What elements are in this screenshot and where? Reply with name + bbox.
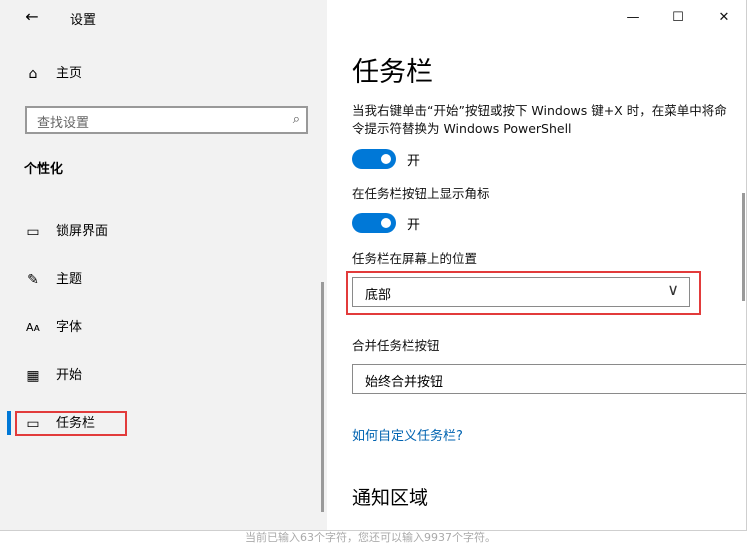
home-icon: ⌂ — [28, 66, 38, 82]
sidebar-item-label: 字体 — [56, 320, 83, 335]
toggle-knob — [381, 154, 391, 164]
minimize-icon[interactable]: — — [623, 8, 643, 28]
page-title: 任务栏 — [352, 57, 433, 88]
badges-toggle-state: 开 — [407, 218, 421, 233]
titlebar-left: ← 设置 — [0, 0, 327, 34]
search-input[interactable]: 查找设置 ⌕ — [25, 106, 308, 134]
sidebar: ← 设置 ⌂ 主页 查找设置 ⌕ 个性化 ▭ 锁屏界面 ✎ 主题 Aᴀ 字体 ▦… — [0, 0, 327, 530]
badges-setting-label: 在任务栏按钮上显示角标 — [352, 186, 490, 201]
powershell-setting-label: 当我右键单击“开始”按钮或按下 Windows 键+X 时，在菜单中将命令提示符… — [352, 103, 727, 136]
window-title: 设置 — [70, 13, 97, 28]
combine-buttons-dropdown[interactable]: 始终合并按钮 — [352, 364, 746, 394]
sidebar-item-label: 主题 — [56, 272, 83, 287]
maximize-icon[interactable]: ☐ — [668, 8, 688, 28]
content-scrollbar[interactable] — [742, 193, 745, 301]
sidebar-item-lockscreen[interactable]: ▭ 锁屏界面 — [0, 214, 327, 250]
dropdown-value: 始终合并按钮 — [365, 375, 444, 390]
position-highlight-box — [346, 271, 701, 315]
sidebar-item-label: 开始 — [56, 368, 83, 383]
character-count-text: 当前已输入63个字符，您还可以输入9937个字符。 — [245, 531, 496, 544]
search-placeholder: 查找设置 — [37, 116, 90, 131]
section-heading: 个性化 — [24, 162, 64, 177]
sidebar-item-label: 锁屏界面 — [56, 224, 109, 239]
sidebar-item-themes[interactable]: ✎ 主题 — [0, 262, 327, 298]
badges-toggle[interactable] — [352, 213, 396, 233]
sidebar-item-start[interactable]: ▦ 开始 — [0, 358, 327, 394]
powershell-toggle-state: 开 — [407, 154, 421, 169]
toggle-knob — [381, 218, 391, 228]
font-icon: Aᴀ — [25, 321, 41, 334]
notification-area-heading: 通知区域 — [352, 487, 429, 509]
position-setting-label: 任务栏在屏幕上的位置 — [352, 251, 478, 266]
start-grid-icon: ▦ — [26, 368, 40, 384]
sidebar-item-home[interactable]: ⌂ 主页 — [0, 56, 327, 92]
theme-brush-icon: ✎ — [27, 272, 39, 288]
sidebar-item-fonts[interactable]: Aᴀ 字体 — [0, 310, 327, 346]
close-icon[interactable]: ✕ — [714, 8, 734, 28]
taskbar-highlight-box — [15, 411, 127, 436]
search-icon: ⌕ — [292, 112, 300, 127]
back-arrow-icon[interactable]: ← — [22, 7, 42, 27]
lockscreen-icon: ▭ — [26, 224, 40, 240]
combine-setting-label: 合并任务栏按钮 — [352, 338, 440, 353]
powershell-toggle[interactable] — [352, 149, 396, 169]
main-content: — ☐ ✕ 任务栏 当我右键单击“开始”按钮或按下 Windows 键+X 时，… — [327, 0, 746, 530]
sidebar-scrollbar[interactable] — [321, 282, 324, 512]
sidebar-item-label: 主页 — [56, 66, 83, 81]
customize-taskbar-link[interactable]: 如何自定义任务栏? — [352, 425, 463, 444]
settings-window: ← 设置 ⌂ 主页 查找设置 ⌕ 个性化 ▭ 锁屏界面 ✎ 主题 Aᴀ 字体 ▦… — [0, 0, 747, 531]
